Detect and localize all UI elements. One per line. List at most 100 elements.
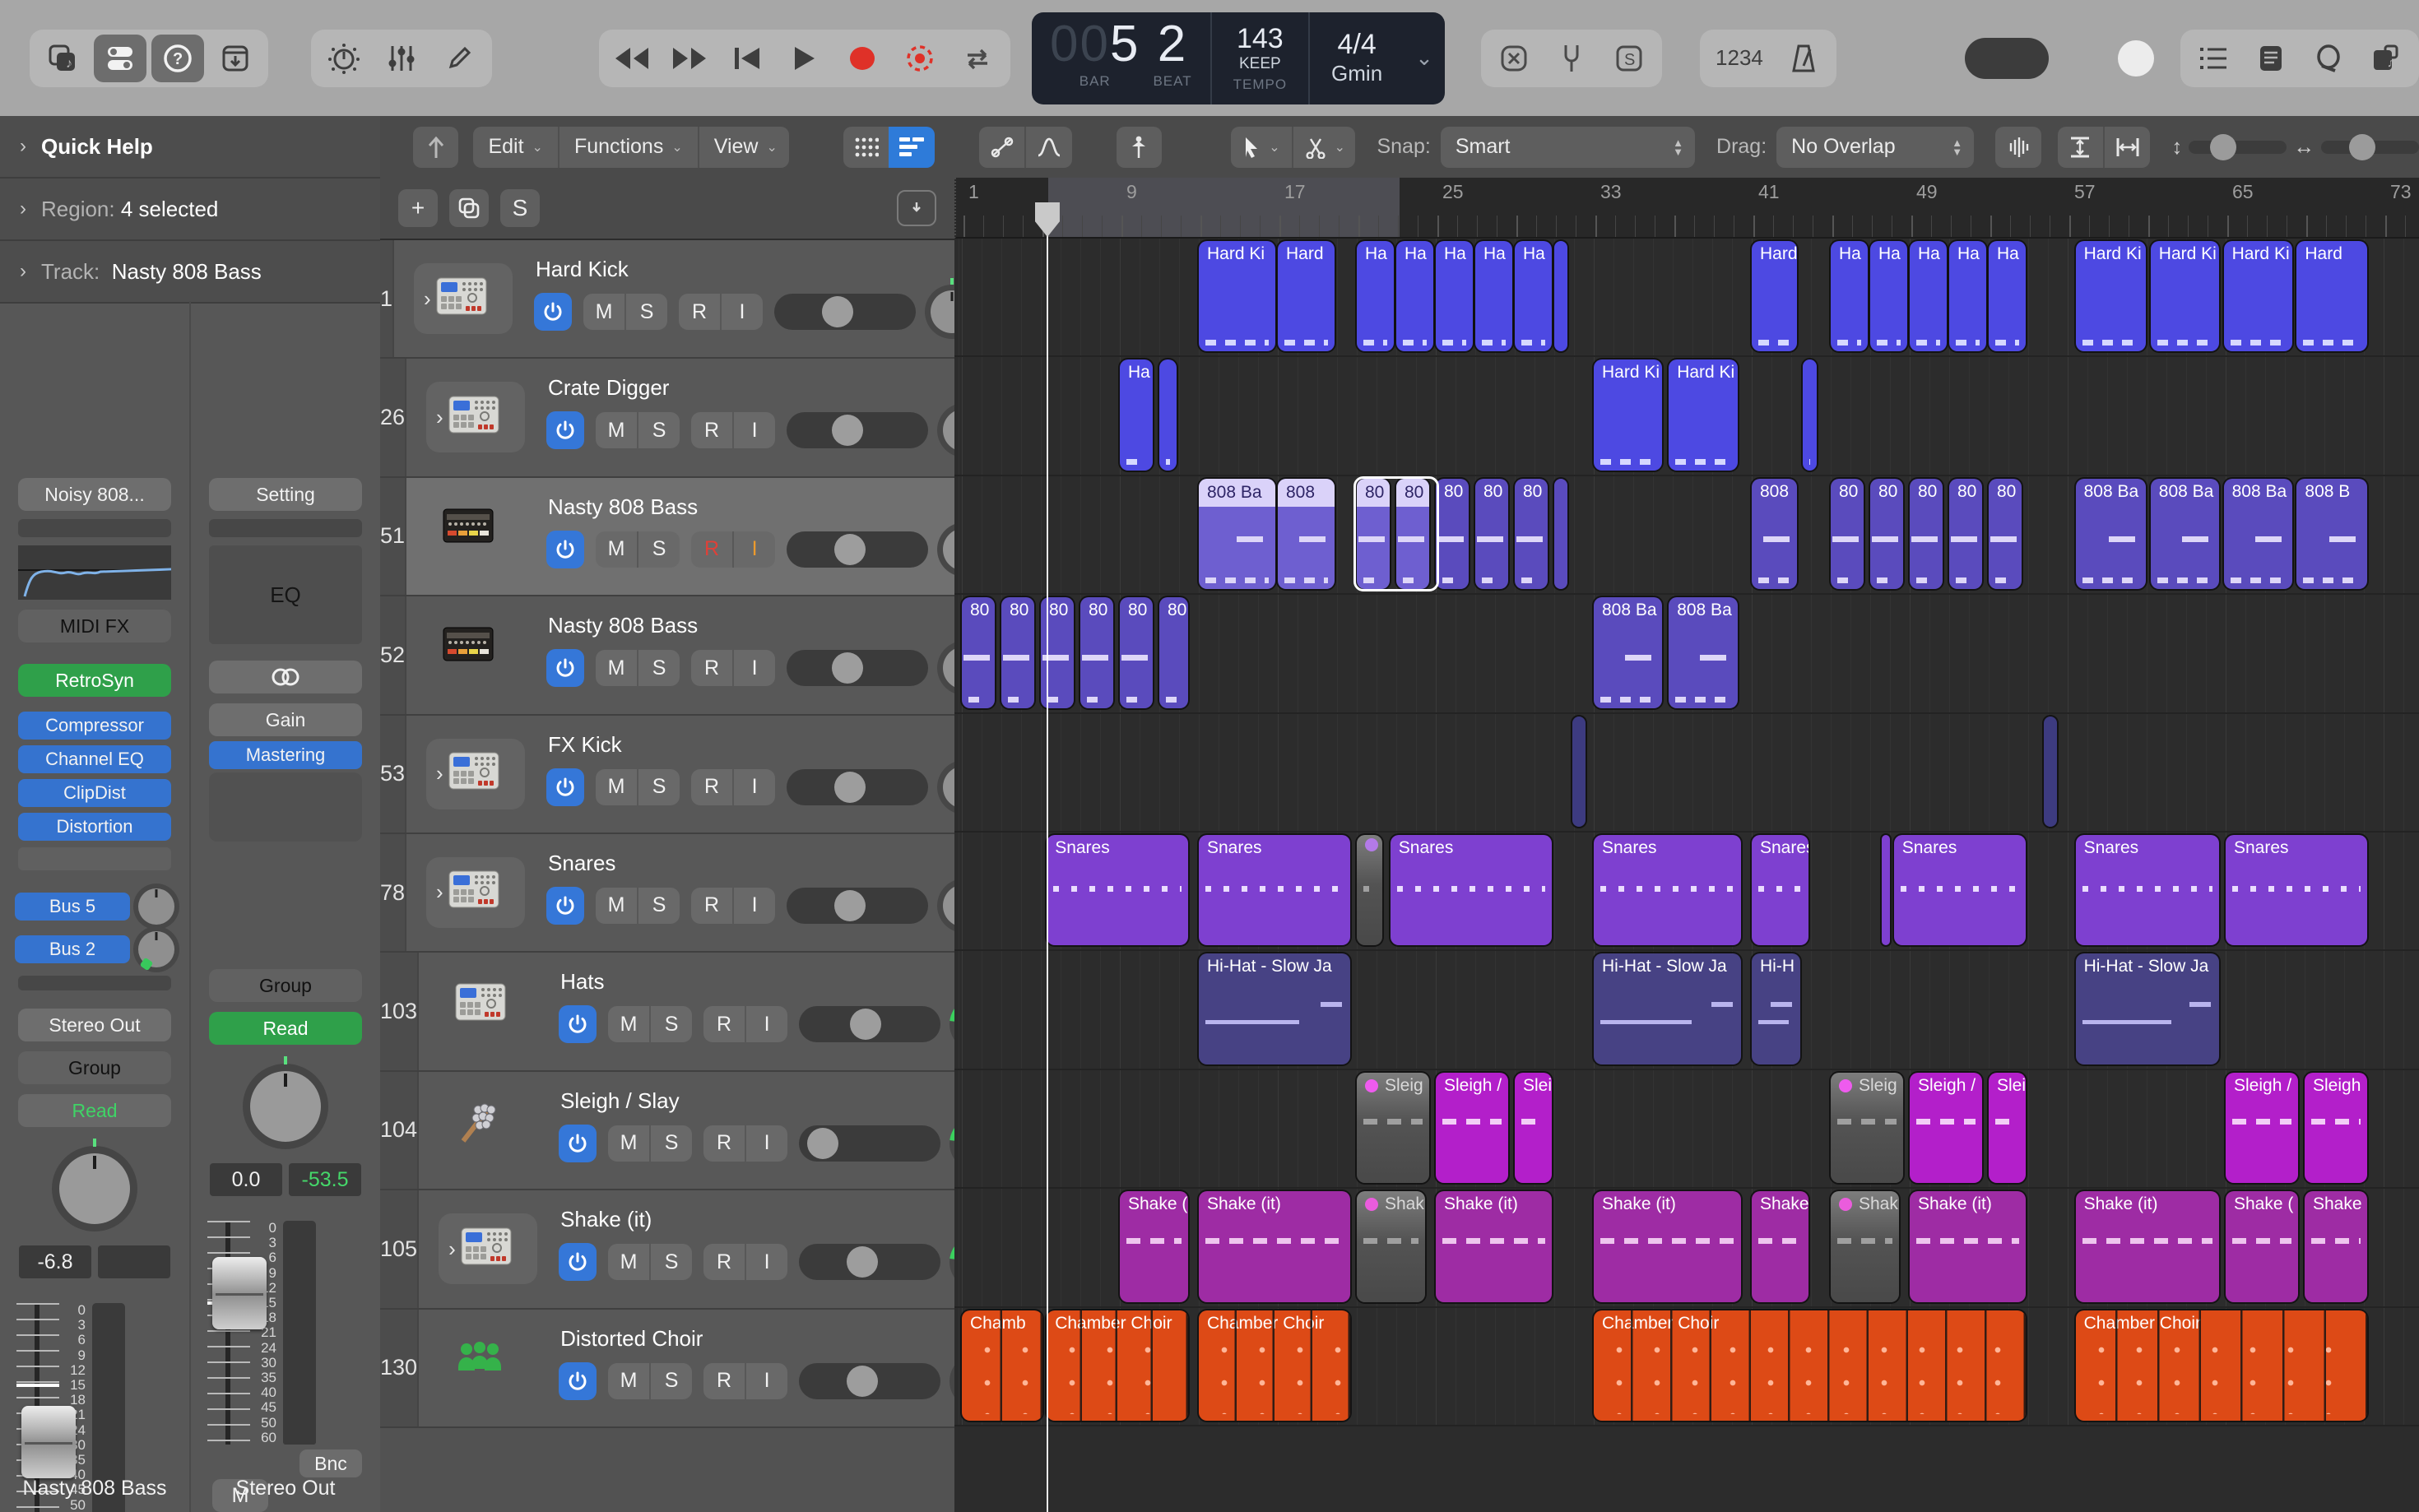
go-to-start-icon[interactable] — [721, 35, 773, 82]
record-enable-button[interactable]: R — [703, 1125, 745, 1162]
automation-mode-button[interactable]: Read — [209, 1012, 362, 1045]
horizontal-zoom-slider[interactable] — [2321, 141, 2419, 154]
region-Ha[interactable]: Ha — [1120, 359, 1153, 470]
region-Sleig[interactable]: Sleig — [1515, 1073, 1552, 1183]
region-Snares[interactable]: Snares — [1894, 835, 2026, 945]
region-80[interactable]: 80 — [1159, 597, 1188, 707]
region-80[interactable]: 80 — [1870, 479, 1903, 589]
region-80[interactable]: 80 — [962, 597, 995, 707]
region-808[interactable]: 808 — [1752, 479, 1797, 589]
region-Shake ([interactable]: Shake ( — [1120, 1191, 1188, 1301]
region-Hard Ki[interactable]: Hard Ki — [1594, 359, 1662, 470]
region-80[interactable]: 80 — [1910, 479, 1943, 589]
instrument-box[interactable] — [455, 1102, 499, 1152]
secondary-tool-button[interactable]: ⌄ — [1292, 127, 1356, 168]
mute-button[interactable]: M — [596, 888, 637, 924]
region-Hi-H[interactable]: Hi-H — [1752, 953, 1800, 1064]
loop-browser-icon[interactable] — [2302, 35, 2355, 82]
instrument-box[interactable] — [443, 626, 494, 666]
strip-name[interactable]: Nasty 808 Bass — [0, 1477, 189, 1500]
solo-button[interactable]: S — [637, 888, 680, 924]
instrument-box[interactable]: › — [426, 739, 525, 809]
region-Ha[interactable]: Ha — [1870, 241, 1907, 351]
quick-help-icon[interactable]: ? — [151, 35, 204, 82]
track-header-hard-kick[interactable]: 1›Hard KickMSRI — [380, 240, 954, 359]
region-Sleig[interactable]: Sleig — [1831, 1073, 1903, 1183]
lane-104[interactable]: SleigSleigh /SleigSleigSleigh /SleigSlei… — [954, 1070, 2419, 1189]
solo-button[interactable]: S — [649, 1363, 692, 1399]
mute-button[interactable]: M — [596, 650, 637, 686]
region-80[interactable]: 80 — [1001, 597, 1034, 707]
lane-26[interactable]: HaHard KiHard Ki — [954, 357, 2419, 475]
track-volume-slider[interactable] — [799, 1363, 940, 1399]
track-header-sleigh-slay[interactable]: 104Sleigh / SlayMSRI — [380, 1072, 954, 1190]
region-Ha[interactable]: Ha — [1436, 241, 1473, 351]
bounce-button[interactable]: Bnc — [299, 1449, 362, 1477]
plugin-button[interactable]: Compressor — [18, 712, 171, 740]
rewind-icon[interactable] — [606, 35, 658, 82]
solo-button[interactable]: S — [624, 294, 667, 330]
region-Chamber Choir[interactable]: Chamber Choir — [1594, 1310, 2026, 1421]
mute-button[interactable]: M — [608, 1363, 649, 1399]
solo-button[interactable]: S — [637, 650, 680, 686]
vertical-zoom-icon[interactable] — [2058, 127, 2103, 168]
region-80[interactable]: 80 — [1515, 479, 1548, 589]
empty-fx-slot[interactable] — [18, 847, 171, 870]
solo-button[interactable]: S — [649, 1125, 692, 1162]
play-icon[interactable] — [778, 35, 831, 82]
power-button[interactable] — [546, 649, 584, 687]
record-enable-button[interactable]: R — [691, 531, 732, 568]
waveform-zoom-icon[interactable] — [1995, 127, 2041, 168]
track-inspector-row[interactable]: › Track: Nasty 808 Bass — [0, 241, 380, 304]
region-Snares[interactable]: Snares — [2076, 835, 2220, 945]
view-menu[interactable]: View⌄ — [698, 127, 789, 168]
mute-button[interactable]: M — [608, 1244, 649, 1280]
group-button[interactable]: Group — [18, 1051, 171, 1084]
mute-button[interactable]: M — [583, 294, 624, 330]
tuner-icon[interactable] — [318, 35, 370, 82]
quick-help-row[interactable]: › Quick Help — [0, 116, 380, 179]
output-button[interactable]: Stereo Out — [18, 1009, 171, 1041]
region-Sleigh[interactable]: Sleigh — [2305, 1073, 2367, 1183]
track-volume-slider[interactable] — [787, 888, 928, 924]
input-monitor-button[interactable]: I — [745, 1244, 787, 1280]
mixer-icon[interactable] — [375, 35, 428, 82]
inspector-toggle-icon[interactable] — [94, 35, 146, 82]
region-Hard Ki[interactable]: Hard Ki — [1199, 241, 1275, 351]
region-Shak[interactable]: Shak — [1831, 1191, 1899, 1301]
region-808 Ba[interactable]: 808 Ba — [2224, 479, 2292, 589]
region-blank[interactable] — [2044, 717, 2057, 827]
region-Shake (it)[interactable]: Shake (it) — [2076, 1191, 2220, 1301]
region-808 Ba[interactable]: 808 Ba — [1594, 597, 1662, 707]
lcd-position[interactable]: 00 5 BAR 2 BEAT — [1032, 12, 1212, 104]
region-Ha[interactable]: Ha — [1831, 241, 1868, 351]
region-Chamber Choir[interactable]: Chamber Choir — [1199, 1310, 1350, 1421]
global-solo-button[interactable]: S — [500, 189, 540, 227]
record-enable-button[interactable]: R — [691, 412, 732, 448]
eq-slot[interactable]: EQ — [209, 545, 362, 644]
track-name[interactable]: Hats — [560, 969, 998, 995]
track-name[interactable]: Snares — [548, 851, 986, 876]
editors-tray-icon[interactable] — [209, 35, 262, 82]
region-Sleig[interactable]: Sleig — [1357, 1073, 1429, 1183]
region-808 Ba[interactable]: 808 Ba — [2151, 479, 2219, 589]
region-blank[interactable] — [1803, 359, 1816, 470]
cycle-icon[interactable] — [951, 35, 1004, 82]
region-808 Ba[interactable]: 808 Ba — [1669, 597, 1737, 707]
master-volume-slider[interactable] — [1965, 38, 2049, 79]
fader-thumb[interactable] — [21, 1406, 76, 1478]
automation-mode-button[interactable]: Read — [18, 1094, 171, 1127]
track-header-crate-digger[interactable]: 26›Crate DiggerMSRI — [380, 359, 954, 477]
send-knob[interactable] — [138, 888, 174, 925]
lane-78[interactable]: SnaresSnaresSnaresSnaresSnaresSnaresSnar… — [954, 833, 2419, 951]
instrument-box[interactable]: › — [439, 1213, 537, 1284]
catch-playhead-icon[interactable] — [413, 127, 458, 168]
flex-icon[interactable] — [1024, 127, 1071, 168]
mastering-plugin-button[interactable]: Mastering — [209, 741, 362, 769]
disclosure-chevron-icon[interactable]: › — [436, 761, 443, 786]
region-Shake ([interactable]: Shake ( — [2226, 1191, 2298, 1301]
notepad-icon[interactable] — [2245, 35, 2297, 82]
media-browser-icon[interactable]: ♪ — [36, 35, 89, 82]
region-Snares[interactable]: Snares — [1391, 835, 1552, 945]
region-808 B[interactable]: 808 B — [2296, 479, 2367, 589]
